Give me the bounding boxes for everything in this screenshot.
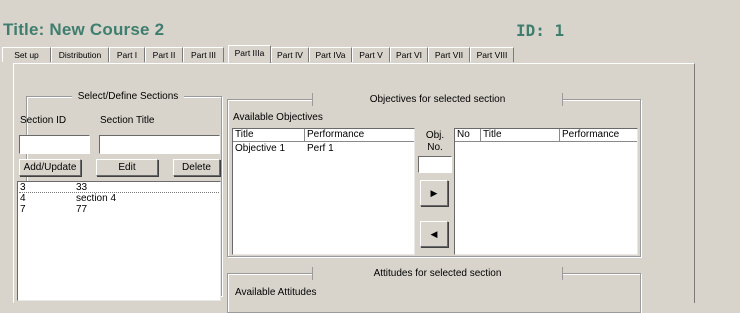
section-title-input[interactable]: [99, 135, 220, 154]
tab-setup[interactable]: Set up: [2, 47, 51, 62]
tab-part-iv[interactable]: Part IV: [271, 47, 309, 62]
tab-part-vi[interactable]: Part VI: [390, 47, 428, 62]
tab-part-vii[interactable]: Part VII: [428, 47, 470, 62]
section-row-id[interactable]: 4: [20, 193, 26, 204]
tab-part-iii[interactable]: Part III: [183, 47, 224, 62]
list-row-separator: [19, 192, 219, 193]
section-id-input[interactable]: [19, 135, 90, 154]
available-attitudes-label: Available Attitudes: [235, 287, 317, 298]
tab-distribution[interactable]: Distribution: [51, 47, 109, 62]
section-row-title[interactable]: section 4: [76, 193, 116, 204]
remove-objective-arrow-button[interactable]: ◀: [420, 221, 448, 247]
add-update-button[interactable]: Add/Update: [19, 159, 81, 176]
available-objectives-label: Available Objectives: [233, 112, 323, 123]
section-row-id[interactable]: 3: [20, 182, 26, 193]
tab-part-viii[interactable]: Part VIII: [470, 47, 514, 62]
tab-part-ii[interactable]: Part II: [145, 47, 183, 62]
sections-group-title: Select/Define Sections: [72, 90, 184, 103]
tab-part-v[interactable]: Part V: [352, 47, 390, 62]
column-header-title[interactable]: Title: [481, 129, 560, 142]
column-header-performance[interactable]: Performance: [305, 129, 414, 142]
section-row-title[interactable]: 77: [76, 204, 87, 215]
tab-part-iiia[interactable]: Part IIIa: [228, 45, 271, 63]
section-row-id[interactable]: 7: [20, 204, 26, 215]
objective-row-performance[interactable]: Perf 1: [307, 143, 334, 154]
window-header: Title: New Course 2 ID: 1: [0, 0, 740, 47]
sections-list[interactable]: 3 33 4 section 4 7 77: [17, 181, 221, 301]
column-header-title[interactable]: Title: [233, 129, 305, 142]
edit-button[interactable]: Edit: [96, 159, 158, 176]
section-row-title[interactable]: 33: [76, 182, 87, 193]
column-header-performance[interactable]: Performance: [560, 129, 637, 142]
tab-part-i[interactable]: Part I: [109, 47, 145, 62]
course-title: Title: New Course 2: [3, 20, 165, 39]
objective-row-title[interactable]: Objective 1: [235, 143, 285, 154]
obj-no-label-2: No.: [427, 142, 443, 153]
tab-panel: Select/Define Sections Section ID Sectio…: [13, 63, 695, 313]
section-title-label: Section Title: [100, 115, 155, 126]
obj-no-label: Obj.: [425, 130, 445, 141]
column-header-no[interactable]: No: [455, 129, 481, 142]
add-objective-arrow-button[interactable]: ▶: [420, 180, 448, 206]
delete-button[interactable]: Delete: [173, 159, 220, 176]
section-id-label: Section ID: [20, 115, 67, 126]
available-objectives-list[interactable]: Title Performance Objective 1 Perf 1: [232, 128, 415, 255]
course-id: ID: 1: [516, 21, 565, 40]
obj-no-input[interactable]: [418, 156, 452, 173]
attitudes-group-title: Attitudes for selected section: [312, 267, 563, 280]
selected-objectives-list[interactable]: No Title Performance: [454, 128, 638, 255]
objectives-group-title: Objectives for selected section: [312, 93, 563, 106]
tab-part-iva[interactable]: Part IVa: [309, 47, 352, 62]
